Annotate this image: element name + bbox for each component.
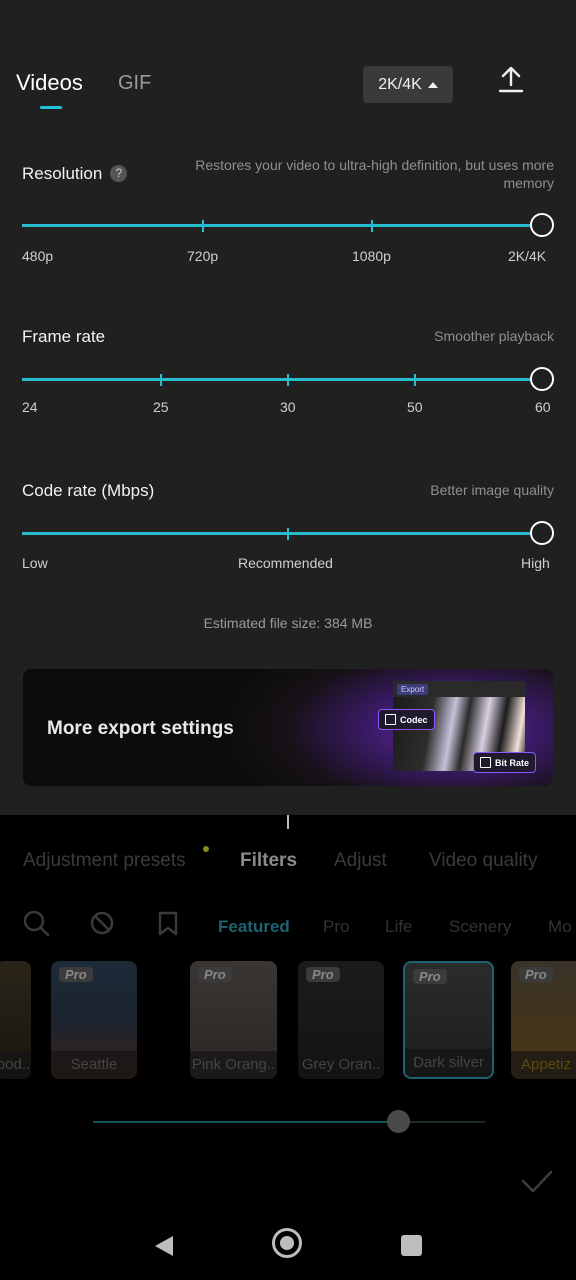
filter-label: Dark silver [405, 1049, 492, 1077]
filter-thumbnail[interactable]: Pro Pink Orang.. [190, 961, 277, 1079]
frame-rate-title: Frame rate [22, 327, 106, 346]
resolution-description: Restores your video to ultra-high defini… [195, 157, 554, 191]
category-more[interactable]: Mo [548, 917, 572, 937]
home-icon[interactable] [272, 1228, 302, 1258]
confirm-check-icon[interactable] [520, 1168, 554, 1194]
slider-tick [202, 219, 204, 232]
code-rate-slider-thumb[interactable] [530, 521, 554, 545]
code-rate-tick-label: Low [22, 555, 48, 571]
category-featured[interactable]: Featured [218, 917, 290, 937]
filter-thumbnail[interactable]: Pro Seattle [51, 961, 137, 1079]
pro-badge: Pro [59, 967, 93, 982]
frame-rate-tick-label: 24 [22, 399, 38, 415]
code-rate-tick-label: High [521, 555, 550, 571]
sheet-drag-handle[interactable] [287, 815, 289, 829]
frame-rate-slider-thumb[interactable] [530, 367, 554, 391]
code-rate-title: Code rate (Mbps) [22, 481, 155, 500]
filter-label: Pink Orang.. [190, 1051, 277, 1079]
pro-badge: Pro [306, 967, 340, 982]
bookmark-icon[interactable] [153, 908, 183, 938]
slider-tick [287, 527, 289, 540]
slider-tick [414, 373, 416, 386]
active-tab-indicator [40, 106, 62, 109]
system-navigation-bar [0, 1204, 576, 1280]
code-rate-slider[interactable] [22, 521, 554, 545]
slider-tick [160, 373, 162, 386]
search-icon[interactable] [21, 908, 51, 938]
filter-thumbnail[interactable]: Pro Appetiz [511, 961, 576, 1079]
filter-intensity-slider[interactable] [93, 1110, 485, 1133]
banner-export-chip: Export [397, 684, 429, 695]
panel-tabs: Adjustment presets Filters Adjust Video … [0, 850, 576, 880]
intensity-fill [93, 1121, 399, 1123]
resolution-title-text: Resolution [22, 164, 103, 183]
bit-rate-chip: Bit Rate [473, 752, 537, 773]
recents-icon[interactable] [401, 1235, 422, 1256]
filter-category-row: Featured Pro Life Scenery Mo [0, 908, 576, 948]
new-indicator-dot [203, 846, 209, 852]
tab-video-quality[interactable]: Video quality [429, 850, 537, 872]
back-icon[interactable] [153, 1234, 175, 1258]
intensity-slider-thumb[interactable] [387, 1110, 411, 1133]
tab-gif[interactable]: GIF [118, 72, 151, 95]
frame-rate-tick-label: 50 [407, 399, 423, 415]
filter-label: Appetiz [511, 1051, 576, 1079]
bit-rate-chip-label: Bit Rate [495, 757, 530, 768]
resolution-tick-label: 2K/4K [508, 248, 547, 264]
codec-chip: Codec [378, 709, 435, 730]
pro-badge: Pro [519, 967, 553, 982]
filter-label: Seattle [51, 1051, 137, 1079]
frame-rate-description: Smoother playback [434, 328, 554, 344]
filter-label: Grey Oran.. [298, 1051, 384, 1079]
codec-chip-label: Codec [400, 714, 428, 725]
tab-filters[interactable]: Filters [240, 850, 297, 872]
pro-badge: Pro [198, 967, 232, 982]
frame-rate-tick-label: 25 [153, 399, 169, 415]
help-icon[interactable]: ? [110, 165, 128, 182]
resolution-slider[interactable] [22, 213, 554, 237]
frame-rate-tick-label: 60 [535, 399, 551, 415]
resolution-tick-label: 1080p [352, 248, 391, 264]
more-export-settings-banner[interactable]: More export settings Export Codec Bit Ra… [23, 669, 553, 786]
frame-rate-tick-label: 30 [280, 399, 296, 415]
frame-rate-slider[interactable] [22, 367, 554, 391]
banner-title: More export settings [47, 718, 234, 739]
caret-up-icon [427, 81, 438, 88]
pro-badge: Pro [413, 969, 447, 984]
upload-icon[interactable] [498, 66, 524, 94]
filter-label: ood.. [0, 1051, 31, 1079]
tab-videos[interactable]: Videos [16, 70, 83, 96]
filter-thumbnail[interactable]: ood.. [0, 961, 31, 1079]
code-rate-description: Better image quality [430, 482, 554, 498]
filter-thumbnail-selected[interactable]: Pro Dark silver [403, 961, 494, 1079]
tab-adjustment-presets[interactable]: Adjustment presets [23, 850, 186, 872]
resolution-title: Resolution? [22, 164, 128, 184]
resolution-slider-thumb[interactable] [530, 213, 554, 237]
bit-rate-icon [480, 757, 491, 768]
code-rate-tick-label: Recommended [238, 555, 333, 571]
resolution-preset-label: 2K/4K [378, 75, 422, 93]
no-filter-icon[interactable] [87, 908, 117, 938]
category-scenery[interactable]: Scenery [449, 917, 511, 937]
category-life[interactable]: Life [385, 917, 412, 937]
slider-tick [371, 219, 373, 232]
tab-adjust[interactable]: Adjust [334, 850, 387, 872]
resolution-preset-button[interactable]: 2K/4K [363, 66, 453, 103]
slider-tick [287, 373, 289, 386]
film-icon [385, 714, 396, 725]
filter-thumbnail[interactable]: Pro Grey Oran.. [298, 961, 384, 1079]
category-pro[interactable]: Pro [323, 917, 349, 937]
resolution-tick-label: 480p [22, 248, 54, 264]
export-settings-sheet: Videos GIF 2K/4K Resolution? Restores yo… [0, 0, 576, 815]
estimated-file-size: Estimated file size: 384 MB [203, 615, 373, 631]
resolution-tick-label: 720p [187, 248, 219, 264]
